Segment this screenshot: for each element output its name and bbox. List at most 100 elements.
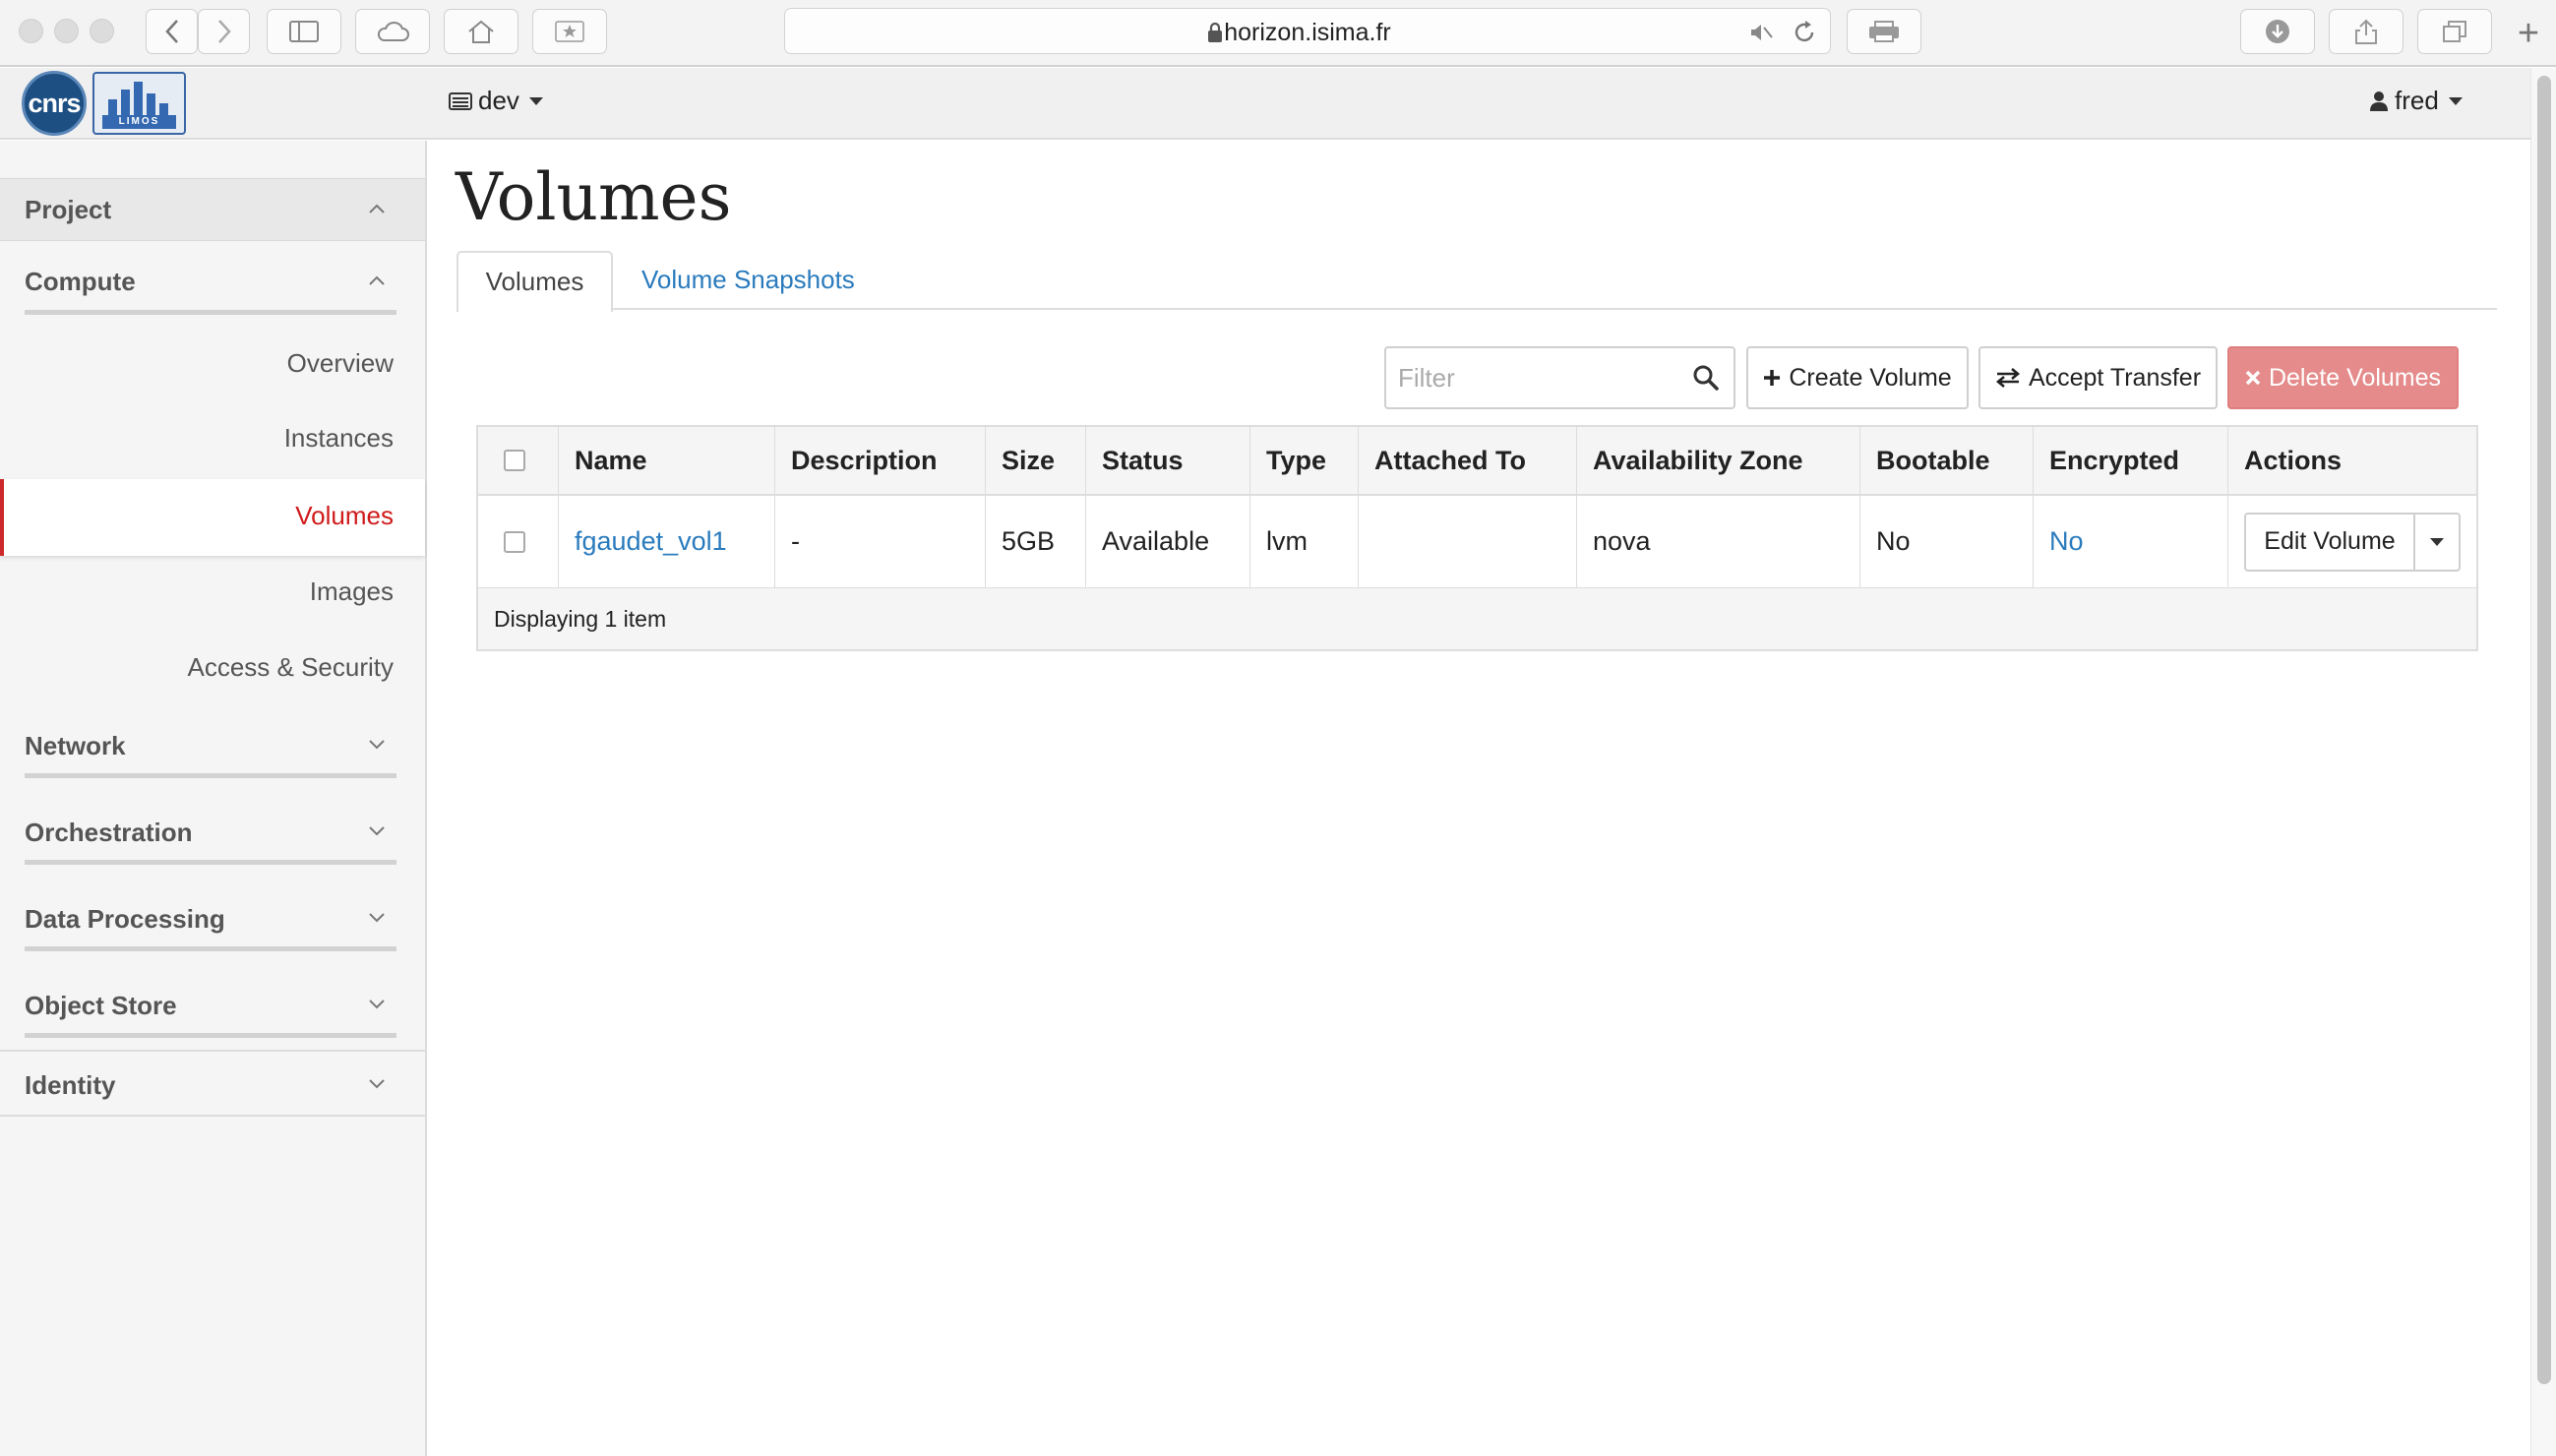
- chevron-down-icon: [369, 1000, 385, 1009]
- encrypted-link[interactable]: No: [2049, 526, 2084, 557]
- caret-down-icon: [528, 96, 543, 105]
- cell-name: fgaudet_vol1: [559, 496, 775, 587]
- reload-icon[interactable]: [1793, 20, 1816, 45]
- new-tab-button[interactable]: +: [2509, 15, 2548, 55]
- cell-description: -: [775, 496, 986, 587]
- window-close-button[interactable]: [19, 19, 43, 43]
- tabs-icon: [2443, 21, 2466, 42]
- bookmarks-button[interactable]: [532, 9, 607, 54]
- sidebar-orchestration-label: Orchestration: [25, 818, 193, 847]
- user-menu[interactable]: fred: [2369, 86, 2463, 116]
- sidebar-item-volumes-label: Volumes: [295, 501, 394, 530]
- column-header-size[interactable]: Size: [986, 427, 1086, 494]
- printer-icon: [1869, 21, 1899, 42]
- edit-volume-button[interactable]: Edit Volume: [2246, 514, 2415, 570]
- volume-name-link[interactable]: fgaudet_vol1: [575, 526, 727, 557]
- forward-button[interactable]: [198, 9, 250, 54]
- delete-volumes-button[interactable]: Delete Volumes: [2227, 346, 2459, 409]
- home-button[interactable]: [444, 9, 518, 54]
- select-all-checkbox[interactable]: [504, 450, 525, 471]
- icloud-tabs-button[interactable]: [355, 9, 430, 54]
- chevron-up-icon: [369, 275, 385, 285]
- accept-transfer-label: Accept Transfer: [2028, 363, 2202, 392]
- column-header-name[interactable]: Name: [559, 427, 775, 494]
- table-header-row: Name Description Size Status Type Attach…: [478, 427, 2476, 496]
- sidebar-object-store-label: Object Store: [25, 991, 177, 1020]
- share-button[interactable]: [2329, 9, 2404, 54]
- sidebar-item-volumes[interactable]: Volumes: [0, 479, 425, 556]
- cell-status: Available: [1086, 496, 1250, 587]
- tab-overview-button[interactable]: [2417, 9, 2492, 54]
- caret-down-icon: [2448, 96, 2463, 105]
- browser-toolbar: horizon.isima.fr +: [0, 0, 2556, 67]
- scrollbar-thumb[interactable]: [2537, 76, 2551, 1384]
- chevron-down-icon: [369, 1079, 385, 1089]
- volumes-table: Name Description Size Status Type Attach…: [476, 425, 2478, 651]
- share-icon: [2355, 19, 2377, 44]
- chevron-left-icon: [164, 20, 178, 43]
- cloud-icon: [377, 22, 409, 41]
- row-actions-dropdown-toggle[interactable]: [2415, 515, 2459, 570]
- window-minimize-button[interactable]: [54, 19, 79, 43]
- sidebar-toggle-button[interactable]: [267, 9, 341, 54]
- print-button[interactable]: [1847, 9, 1921, 54]
- accept-transfer-button[interactable]: Accept Transfer: [1978, 346, 2218, 409]
- cell-attached-to: [1359, 496, 1577, 587]
- sidebar-project-header[interactable]: Project: [0, 178, 425, 241]
- create-volume-label: Create Volume: [1789, 363, 1952, 392]
- transfer-icon: [1995, 368, 2020, 388]
- tab-volumes[interactable]: Volumes: [456, 251, 613, 312]
- column-header-bootable[interactable]: Bootable: [1860, 427, 2034, 494]
- server-icon: [449, 91, 472, 110]
- limos-logo-graphic: [108, 82, 168, 115]
- create-volume-button[interactable]: Create Volume: [1746, 346, 1969, 409]
- sidebar-item-instances[interactable]: Instances: [284, 423, 394, 454]
- search-icon[interactable]: [1692, 364, 1720, 392]
- downloads-button[interactable]: [2240, 9, 2315, 54]
- column-header-attached-to[interactable]: Attached To: [1359, 427, 1577, 494]
- project-switcher[interactable]: dev: [449, 86, 543, 116]
- address-bar[interactable]: horizon.isima.fr: [784, 8, 1831, 54]
- sidebar-item-overview[interactable]: Overview: [287, 348, 394, 379]
- window-zoom-button[interactable]: [90, 19, 114, 43]
- column-header-status[interactable]: Status: [1086, 427, 1250, 494]
- project-name: dev: [478, 86, 519, 115]
- select-all-cell: [478, 427, 559, 494]
- back-button[interactable]: [146, 9, 198, 54]
- chevron-up-icon: [369, 204, 385, 213]
- divider: [25, 310, 396, 315]
- sidebar-item-images[interactable]: Images: [310, 576, 394, 607]
- filter-field: [1384, 346, 1735, 409]
- column-header-availability-zone[interactable]: Availability Zone: [1577, 427, 1860, 494]
- divider: [25, 946, 396, 951]
- tab-bar: Volumes Volume Snapshots: [456, 251, 2497, 312]
- chevron-down-icon: [369, 913, 385, 923]
- filter-input[interactable]: [1398, 358, 1674, 397]
- sidebar-data-processing-label: Data Processing: [25, 904, 225, 934]
- row-select-cell: [478, 496, 559, 587]
- divider: [25, 860, 396, 865]
- row-checkbox[interactable]: [504, 530, 525, 553]
- times-icon: [2245, 370, 2261, 386]
- sidebar-project-label: Project: [25, 195, 112, 224]
- cell-type: lvm: [1250, 496, 1359, 587]
- cell-actions: Edit Volume: [2228, 496, 2476, 587]
- sidebar-compute-label: Compute: [25, 267, 136, 296]
- limos-logo-label: LIMOS: [102, 115, 176, 129]
- sidebar-item-access-security[interactable]: Access & Security: [187, 652, 394, 683]
- limos-logo[interactable]: LIMOS: [92, 72, 186, 135]
- url-text: horizon.isima.fr: [1224, 19, 1391, 46]
- plus-icon: [1764, 370, 1781, 386]
- chevron-down-icon: [369, 826, 385, 836]
- tab-volume-snapshots[interactable]: Volume Snapshots: [641, 265, 855, 295]
- sidebar: Project Compute Overview Instances Volum…: [0, 141, 427, 1456]
- page-scrollbar[interactable]: [2530, 68, 2556, 1456]
- column-header-description[interactable]: Description: [775, 427, 986, 494]
- column-header-type[interactable]: Type: [1250, 427, 1359, 494]
- cell-encrypted: No: [2034, 496, 2228, 587]
- cnrs-logo[interactable]: cnrs: [22, 71, 87, 136]
- column-header-encrypted[interactable]: Encrypted: [2034, 427, 2228, 494]
- mute-icon[interactable]: [1749, 22, 1773, 43]
- bookmark-star-icon: [555, 21, 584, 42]
- chevron-down-icon: [369, 740, 385, 750]
